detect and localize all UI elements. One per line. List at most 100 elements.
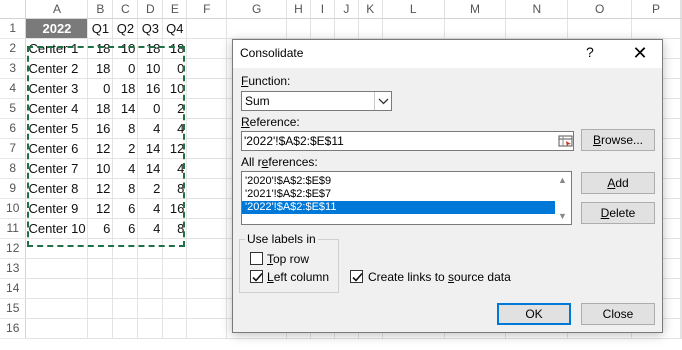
cell[interactable] [631,18,681,39]
cell[interactable]: 12 [162,138,188,159]
row-header[interactable]: 16 [0,318,27,339]
cell[interactable]: 12 [87,198,114,219]
select-all-corner[interactable] [0,0,27,19]
scroll-down-icon[interactable]: ▼ [554,211,571,221]
left-column-label[interactable]: Left column [267,270,329,284]
add-button[interactable]: Add [581,172,655,194]
cell[interactable] [680,158,682,179]
cell[interactable]: 6 [112,198,139,219]
column-header[interactable]: I [310,0,335,19]
collapse-dialog-icon[interactable] [558,133,573,149]
cell[interactable]: 4 [137,198,164,219]
row-header[interactable]: 7 [0,138,27,159]
cell[interactable]: 0 [87,78,114,99]
column-header[interactable]: N [505,0,569,19]
reference-list-item[interactable]: '2021'!$A$2:$E$7 [242,188,555,201]
cell[interactable] [162,298,188,319]
scroll-up-icon[interactable]: ▲ [554,175,571,185]
row-header[interactable]: 12 [0,238,27,259]
row-header[interactable]: 15 [0,298,27,319]
cell[interactable] [226,18,288,39]
cell[interactable] [680,238,682,259]
cell[interactable] [25,298,89,319]
column-header[interactable]: A [25,0,89,19]
cell[interactable] [186,138,228,159]
cell[interactable] [87,298,114,319]
cell[interactable] [680,58,682,79]
cell[interactable] [186,58,228,79]
ok-button[interactable]: OK [497,303,571,325]
cell[interactable]: 4 [137,218,164,239]
cell[interactable]: 16 [137,78,164,99]
cell[interactable] [186,238,228,259]
cell[interactable] [186,318,228,339]
cell[interactable]: 12 [87,138,114,159]
cell[interactable] [680,38,682,59]
cell[interactable]: 8 [112,178,139,199]
cell[interactable]: 6 [87,218,114,239]
cell[interactable] [680,78,682,99]
cell[interactable]: Center 1 [25,38,89,59]
close-icon[interactable]: ✕ [621,41,659,66]
cell[interactable] [286,18,311,39]
cell[interactable]: 18 [87,38,114,59]
cell[interactable] [137,238,164,259]
cell[interactable] [186,218,228,239]
cell[interactable] [112,278,139,299]
cell[interactable] [186,278,228,299]
cell[interactable]: 10 [137,58,164,79]
cell[interactable] [505,18,569,39]
cell[interactable]: 18 [87,98,114,119]
row-header[interactable]: 4 [0,78,27,99]
cell[interactable] [567,18,633,39]
top-row-label[interactable]: Top row [267,252,309,266]
cell[interactable]: 16 [162,198,188,219]
cell[interactable] [87,278,114,299]
column-header[interactable]: B [87,0,114,19]
cell[interactable] [162,238,188,259]
cell[interactable] [137,318,164,339]
create-links-checkbox[interactable] [350,270,363,283]
reference-list-item[interactable]: '2022'!$A$2:$E$11 [242,201,555,214]
cell[interactable] [186,258,228,279]
delete-button[interactable]: Delete [581,202,655,224]
column-header[interactable]: E [162,0,188,19]
cell[interactable] [112,258,139,279]
cell[interactable] [680,278,682,299]
cell[interactable] [680,98,682,119]
row-header[interactable]: 5 [0,98,27,119]
cell[interactable] [382,18,445,39]
cell[interactable] [162,278,188,299]
cell[interactable] [137,298,164,319]
cell[interactable] [680,318,682,339]
cell[interactable]: Q1 [87,18,114,39]
cell[interactable]: 0 [112,58,139,79]
column-header[interactable]: J [334,0,359,19]
column-header[interactable]: M [444,0,507,19]
cell[interactable] [186,98,228,119]
cell[interactable]: 8 [112,118,139,139]
cell[interactable] [186,38,228,59]
cell[interactable]: 18 [162,38,188,59]
cell[interactable] [186,18,228,39]
cell[interactable]: 0 [162,58,188,79]
cell[interactable] [680,198,682,219]
reference-list-item[interactable]: '2020'!$A$2:$E$9 [242,175,555,188]
cell[interactable]: Center 4 [25,98,89,119]
column-header[interactable]: D [137,0,164,19]
cell[interactable]: Center 5 [25,118,89,139]
cell[interactable] [25,318,89,339]
cell[interactable] [186,198,228,219]
cell[interactable] [87,238,114,259]
cell[interactable]: 4 [162,118,188,139]
cell[interactable]: 14 [112,98,139,119]
cell[interactable] [112,238,139,259]
row-header[interactable]: 3 [0,58,27,79]
row-header[interactable]: 14 [0,278,27,299]
column-header[interactable]: G [226,0,288,19]
cell[interactable]: Center 10 [25,218,89,239]
cell[interactable]: 14 [137,158,164,179]
cell[interactable]: Center 3 [25,78,89,99]
row-header[interactable]: 8 [0,158,27,179]
cell[interactable] [680,258,682,279]
